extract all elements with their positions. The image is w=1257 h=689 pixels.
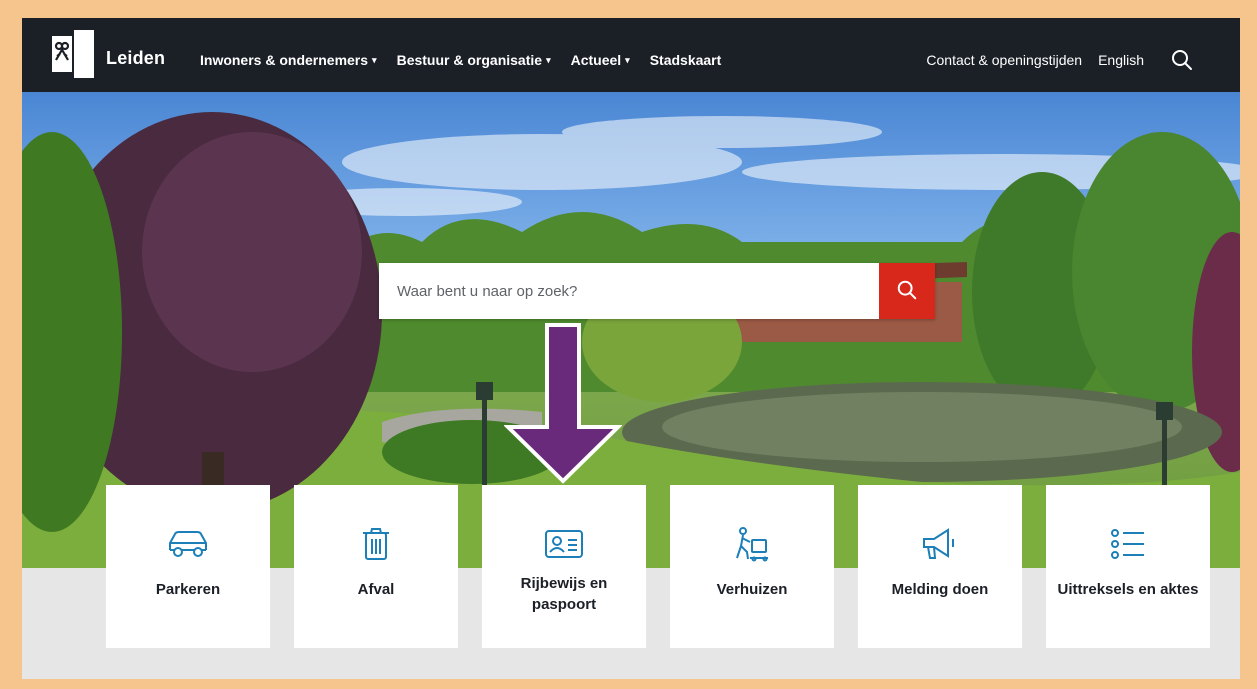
contact-link[interactable]: Contact & openingstijden [926, 52, 1082, 68]
utility-nav: Contact & openingstijden English [926, 52, 1144, 68]
search-input[interactable] [379, 263, 879, 319]
tile-parkeren[interactable]: Parkeren [106, 485, 270, 648]
nav-item-label: Bestuur & organisatie [396, 52, 543, 68]
tile-afval[interactable]: Afval [294, 485, 458, 648]
id-card-icon [542, 525, 586, 563]
tile-label: Rijbewijs en paspoort [520, 575, 608, 613]
tile-label: Verhuizen [716, 581, 788, 598]
site-brand[interactable]: Leiden [106, 48, 165, 69]
site-header: Leiden Inwoners & ondernemers ▾ Bestuur … [22, 18, 1240, 92]
annotation-arrow-icon [503, 323, 623, 490]
tile-label: Uittreksels en aktes [1057, 581, 1199, 598]
nav-inwoners-ondernemers[interactable]: Inwoners & ondernemers ▾ [200, 52, 377, 68]
search-button[interactable] [879, 263, 935, 319]
quick-links: Parkeren Afval Rijbewijs en paspoort Ver… [106, 485, 1210, 648]
moving-person-icon [730, 525, 774, 563]
tile-verhuizen[interactable]: Verhuizen [670, 485, 834, 648]
tile-melding-doen[interactable]: Melding doen [858, 485, 1022, 648]
tile-uittreksels-aktes[interactable]: Uittreksels en aktes [1046, 485, 1210, 648]
leiden-keys-logo-icon[interactable] [52, 30, 96, 78]
trash-bin-icon [354, 525, 398, 563]
tile-label: Melding doen [891, 581, 989, 598]
tile-label: Afval [357, 581, 395, 598]
chevron-down-icon: ▾ [625, 54, 630, 65]
page-frame: Leiden Inwoners & ondernemers ▾ Bestuur … [22, 18, 1240, 679]
tile-label: Parkeren [155, 581, 221, 598]
list-icon [1106, 525, 1150, 563]
chevron-down-icon: ▾ [372, 54, 377, 65]
nav-item-label: Actueel [570, 52, 622, 68]
car-icon [166, 525, 210, 563]
search-icon [896, 279, 918, 304]
search-icon[interactable] [1170, 48, 1194, 72]
megaphone-icon [918, 525, 962, 563]
nav-item-label: Stadskaart [649, 52, 722, 68]
nav-stadskaart[interactable]: Stadskaart [650, 52, 722, 68]
site-search [379, 263, 935, 319]
nav-item-label: Inwoners & ondernemers [200, 52, 369, 68]
main-nav: Inwoners & ondernemers ▾ Bestuur & organ… [200, 52, 721, 68]
tile-rijbewijs-paspoort[interactable]: Rijbewijs en paspoort [482, 485, 646, 648]
language-link[interactable]: English [1098, 52, 1144, 68]
nav-bestuur-organisatie[interactable]: Bestuur & organisatie ▾ [397, 52, 551, 68]
chevron-down-icon: ▾ [546, 54, 551, 65]
nav-actueel[interactable]: Actueel ▾ [571, 52, 630, 68]
